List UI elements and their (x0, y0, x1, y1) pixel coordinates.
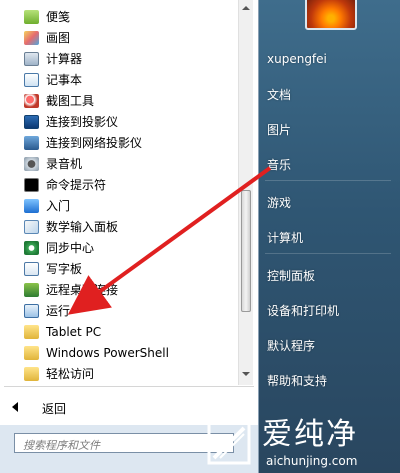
run-icon (24, 304, 39, 318)
program-label: 数学输入面板 (46, 220, 119, 234)
getting-started-icon (24, 199, 39, 213)
program-list-scrollbar[interactable] (238, 0, 253, 385)
program-label: 轻松访问 (46, 367, 95, 381)
program-item-wordpad[interactable]: 写字板 (0, 259, 236, 279)
notepad-icon (24, 73, 39, 87)
program-item-remote-desktop[interactable]: 远程桌面连接 (0, 280, 236, 300)
right-menu-help-support[interactable]: 帮助和支持 (267, 372, 327, 389)
calculator-icon (24, 52, 39, 66)
program-label: 连接到投影仪 (46, 115, 119, 129)
folder-icon (24, 367, 39, 381)
right-menu-games[interactable]: 游戏 (267, 194, 291, 211)
user-avatar[interactable] (305, 0, 357, 30)
right-menu-computer[interactable]: 计算机 (267, 229, 303, 246)
program-item-paint[interactable]: 画图 (0, 28, 236, 48)
program-label: Tablet PC (46, 325, 102, 339)
scroll-up-arrow-icon[interactable] (242, 6, 250, 10)
program-list: 便笺 画图 计算器 记事本 截图工具 连接到投影仪 连接到网络投影仪 录音机 命… (0, 0, 238, 385)
right-menu-devices-printers[interactable]: 设备和打印机 (267, 302, 339, 319)
program-label: 记事本 (46, 73, 83, 87)
network-projector-icon (24, 136, 39, 150)
wordpad-icon (24, 262, 39, 276)
program-item-sync-center[interactable]: 同步中心 (0, 238, 236, 258)
watermark-logo-mark-icon (207, 421, 251, 465)
program-label: 入门 (46, 199, 71, 213)
program-item-calculator[interactable]: 计算器 (0, 49, 236, 69)
program-label: Windows PowerShell (46, 346, 169, 360)
program-label: 截图工具 (46, 94, 95, 108)
program-item-snipping-tool[interactable]: 截图工具 (0, 91, 236, 111)
right-menu-music[interactable]: 音乐 (267, 156, 291, 173)
scroll-thumb[interactable] (241, 190, 251, 312)
sticky-notes-icon (24, 10, 39, 24)
right-menu-control-panel[interactable]: 控制面板 (267, 267, 315, 284)
program-label: 画图 (46, 31, 71, 45)
math-input-panel-icon (24, 220, 39, 234)
watermark-brand: 爱纯净 (262, 417, 358, 452)
folder-icon (24, 325, 39, 339)
program-item-math-input-panel[interactable]: 数学输入面板 (0, 217, 236, 237)
right-menu-documents[interactable]: 文档 (267, 86, 291, 103)
paint-icon (24, 31, 39, 45)
sound-recorder-icon (24, 157, 39, 171)
program-label: 运行 (46, 304, 71, 318)
program-item-notepad[interactable]: 记事本 (0, 70, 236, 90)
program-item-sticky-notes[interactable]: 便笺 (0, 7, 236, 27)
program-label: 录音机 (46, 157, 83, 171)
sync-center-icon (24, 241, 39, 255)
program-item-getting-started[interactable]: 入门 (0, 196, 236, 216)
right-menu-panel: xupengfei 文档 图片 音乐 游戏 计算机 控制面板 设备和打印机 默认… (259, 0, 400, 473)
remote-desktop-icon (24, 283, 39, 297)
folder-icon (24, 346, 39, 360)
projector-icon (24, 115, 39, 129)
program-label: 同步中心 (46, 241, 95, 255)
program-item-sound-recorder[interactable]: 录音机 (0, 154, 236, 174)
program-item-command-prompt[interactable]: 命令提示符 (0, 175, 236, 195)
program-folder-powershell[interactable]: Windows PowerShell (0, 343, 236, 363)
program-item-network-projector[interactable]: 连接到网络投影仪 (0, 133, 236, 153)
scroll-down-arrow-icon[interactable] (242, 372, 250, 376)
back-label: 返回 (42, 402, 67, 416)
program-label: 远程桌面连接 (46, 283, 119, 297)
right-menu-divider (265, 180, 391, 181)
divider (4, 386, 254, 387)
program-label: 写字板 (46, 262, 83, 276)
right-menu-pictures[interactable]: 图片 (267, 121, 291, 138)
program-item-run[interactable]: 运行 (0, 301, 236, 321)
right-menu-divider (265, 253, 391, 254)
command-prompt-icon (24, 178, 39, 192)
program-label: 连接到网络投影仪 (46, 136, 143, 150)
program-folder-tablet-pc[interactable]: Tablet PC (0, 322, 236, 342)
program-label: 便笺 (46, 10, 71, 24)
program-item-projector[interactable]: 连接到投影仪 (0, 112, 236, 132)
snipping-tool-icon (24, 94, 39, 108)
right-menu-default-programs[interactable]: 默认程序 (267, 337, 315, 354)
right-menu-user[interactable]: xupengfei (267, 52, 327, 66)
watermark-logo: 爱纯净 aichunjing.com (200, 414, 400, 473)
program-folder-accessibility[interactable]: 轻松访问 (0, 364, 236, 384)
program-panel: 便笺 画图 计算器 记事本 截图工具 连接到投影仪 连接到网络投影仪 录音机 命… (0, 0, 259, 473)
program-label: 计算器 (46, 52, 83, 66)
program-label: 命令提示符 (46, 178, 107, 192)
back-arrow-icon (12, 402, 18, 412)
watermark-url: aichunjing.com (266, 454, 358, 468)
